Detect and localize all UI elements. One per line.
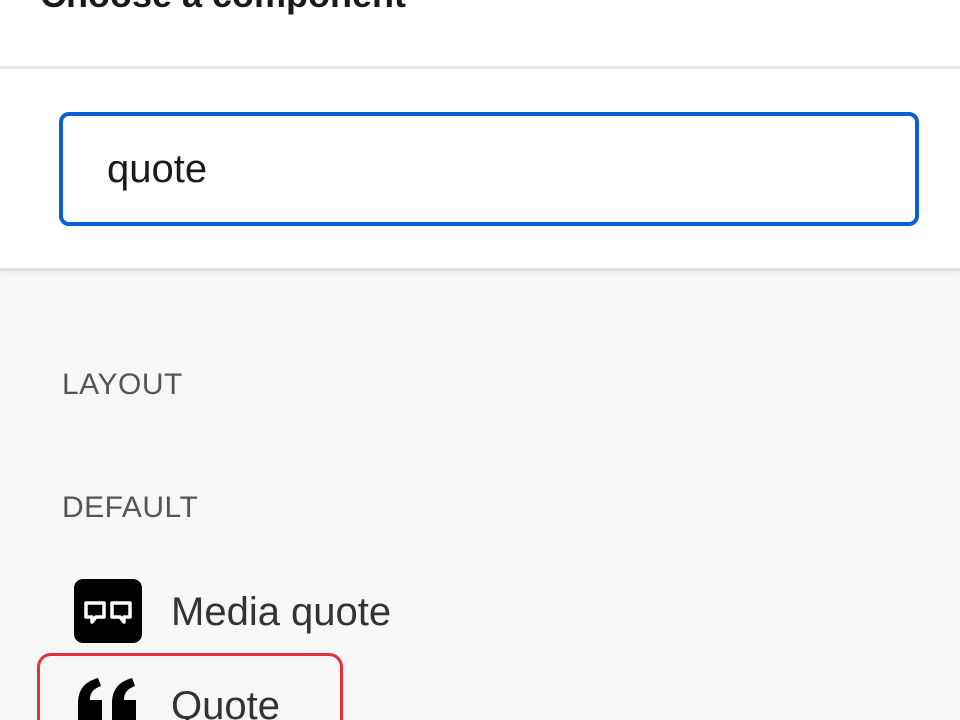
component-item-quote[interactable]: Quote — [40, 654, 340, 720]
component-label-media-quote: Media quote — [171, 590, 392, 634]
component-item-media-quote[interactable]: Media quote — [40, 576, 391, 652]
quote-icon — [74, 670, 142, 720]
section-heading-layout: LAYOUT — [62, 368, 183, 401]
component-picker-dialog: Choose a component LAYOUT DEFAULT Media … — [0, 0, 960, 720]
component-label-quote: Quote — [171, 684, 280, 720]
section-heading-default: DEFAULT — [62, 491, 199, 524]
search-input[interactable] — [59, 112, 919, 226]
dialog-header: Choose a component — [0, 0, 960, 68]
media-quote-icon — [74, 579, 142, 643]
search-divider — [0, 268, 960, 271]
dialog-title: Choose a component — [40, 0, 406, 16]
